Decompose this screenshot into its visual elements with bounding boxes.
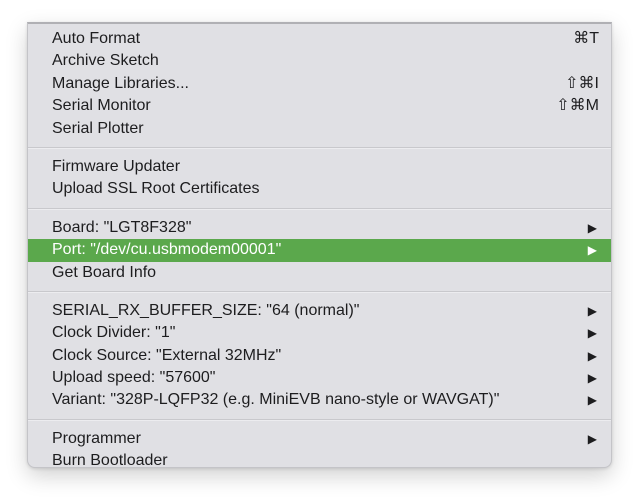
keyboard-shortcut: ⇧⌘M bbox=[556, 97, 599, 115]
menu-item-label: Auto Format bbox=[52, 30, 141, 47]
menu-item-auto-format[interactable]: Auto Format ⌘T bbox=[28, 28, 611, 50]
keyboard-shortcut: ⇧⌘I bbox=[565, 74, 599, 92]
menu-item-burn-bootloader[interactable]: Burn Bootloader bbox=[28, 450, 611, 472]
menu-separator bbox=[28, 207, 611, 210]
submenu-arrow-icon: ▶ bbox=[587, 326, 597, 341]
menu-item-manage-libraries[interactable]: Manage Libraries... ⇧⌘I bbox=[28, 73, 611, 95]
menu-separator bbox=[28, 418, 611, 421]
menu-item-upload-ssl-root-certificates[interactable]: Upload SSL Root Certificates bbox=[28, 178, 611, 200]
menu-item-port-dev-cu-usbmodem00001[interactable]: Port: "/dev/cu.usbmodem00001" ▶ bbox=[28, 239, 611, 262]
submenu-arrow-icon: ▶ bbox=[587, 243, 597, 258]
menu-item-upload-speed-57600[interactable]: Upload speed: "57600" ▶ bbox=[28, 367, 611, 389]
menu-item-clock-source-external-32mhz[interactable]: Clock Source: "External 32MHz" ▶ bbox=[28, 345, 611, 367]
menu-item-label: Upload SSL Root Certificates bbox=[52, 180, 260, 198]
menu-item-programmer[interactable]: Programmer ▶ bbox=[28, 428, 611, 450]
menu-item-label: Clock Source: "External 32MHz" bbox=[52, 346, 282, 364]
tools-menu: Auto Format ⌘T Archive Sketch Manage Librar… bbox=[27, 22, 612, 469]
menu-item-label: Board: "LGT8F328" bbox=[52, 218, 192, 236]
keyboard-shortcut: ⌘T bbox=[573, 30, 599, 47]
menu-item-label: SERIAL_RX_BUFFER_SIZE: "64 (normal)" bbox=[52, 301, 360, 319]
submenu-arrow-icon: ▶ bbox=[587, 348, 597, 363]
menu-item-board-lgt8f328[interactable]: Board: "LGT8F328" ▶ bbox=[28, 217, 611, 239]
menu-item-serial-plotter[interactable]: Serial Plotter bbox=[28, 118, 611, 140]
submenu-arrow-icon: ▶ bbox=[587, 371, 597, 386]
menu-item-label: Serial Plotter bbox=[52, 119, 144, 137]
menu-item-label: Clock Divider: "1" bbox=[52, 324, 176, 342]
submenu-arrow-icon: ▶ bbox=[587, 303, 597, 318]
menu-item-firmware-updater[interactable]: Firmware Updater bbox=[28, 156, 611, 178]
menu-item-label: Archive Sketch bbox=[52, 52, 159, 70]
menu-item-label: Serial Monitor bbox=[52, 97, 151, 115]
menu-item-serial-rx-buffer-size-64-normal[interactable]: SERIAL_RX_BUFFER_SIZE: "64 (normal)" ▶ bbox=[28, 300, 611, 322]
submenu-arrow-icon: ▶ bbox=[587, 431, 597, 446]
menu-item-variant-328p-lqfp32-e-g-minievb-nano-sty[interactable]: Variant: "328P-LQFP32 (e.g. MiniEVB nano… bbox=[28, 389, 611, 411]
menu-item-serial-monitor[interactable]: Serial Monitor ⇧⌘M bbox=[28, 95, 611, 117]
menu-item-label: Upload speed: "57600" bbox=[52, 369, 216, 387]
menu-item-label: Get Board Info bbox=[52, 263, 157, 281]
menu-item-label: Programmer bbox=[52, 429, 141, 447]
menu-item-clock-divider-1[interactable]: Clock Divider: "1" ▶ bbox=[28, 322, 611, 344]
menu-item-label: Firmware Updater bbox=[52, 157, 181, 175]
menu-item-label: Manage Libraries... bbox=[52, 74, 189, 92]
menu-separator bbox=[28, 146, 611, 149]
submenu-arrow-icon: ▶ bbox=[587, 393, 597, 408]
menu-separator bbox=[28, 290, 611, 293]
menu-item-label: Variant: "328P-LQFP32 (e.g. MiniEVB nano… bbox=[52, 391, 500, 409]
submenu-arrow-icon: ▶ bbox=[587, 220, 597, 235]
menu-item-label: Burn Bootloader bbox=[52, 452, 168, 470]
menu-item-archive-sketch[interactable]: Archive Sketch bbox=[28, 50, 611, 72]
menu-item-label: Port: "/dev/cu.usbmodem00001" bbox=[52, 241, 282, 259]
menu-item-get-board-info[interactable]: Get Board Info bbox=[28, 262, 611, 284]
